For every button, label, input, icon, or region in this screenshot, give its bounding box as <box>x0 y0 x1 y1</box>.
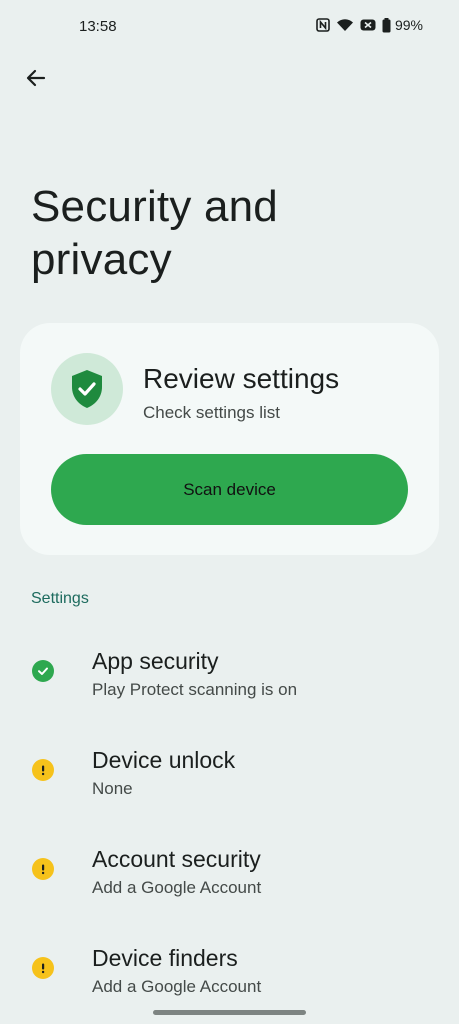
status-icons: 99% <box>316 17 423 33</box>
review-subtitle: Check settings list <box>143 403 280 422</box>
warning-circle-icon <box>32 759 54 781</box>
item-subtitle: Add a Google Account <box>92 977 262 996</box>
settings-item-account-security[interactable]: Account security Add a Google Account <box>0 838 459 928</box>
page-title: Security and privacy <box>31 182 278 284</box>
item-title: Account security <box>92 846 261 872</box>
settings-item-device-unlock[interactable]: Device unlock None <box>0 739 459 829</box>
mute-icon <box>360 18 376 32</box>
shield-badge <box>51 353 123 425</box>
settings-section-label: Settings <box>31 590 89 607</box>
arrow-back-icon <box>26 69 46 87</box>
shield-check-icon <box>72 370 102 408</box>
battery-icon <box>382 17 391 33</box>
battery-percent: 99% <box>394 17 423 33</box>
status-bar: 13:58 99% <box>0 0 459 52</box>
security-privacy-screen: 13:58 99% Security and privacy Review se… <box>0 0 459 1024</box>
check-circle-icon <box>32 660 54 682</box>
home-gesture-bar[interactable] <box>153 1010 306 1015</box>
item-title: Device unlock <box>92 747 236 773</box>
review-title: Review settings <box>143 363 340 394</box>
item-title: Device finders <box>92 945 238 971</box>
item-subtitle: Add a Google Account <box>92 878 262 897</box>
warning-circle-icon <box>32 858 54 880</box>
settings-item-app-security[interactable]: App security Play Protect scanning is on <box>0 640 459 730</box>
wifi-icon <box>336 18 354 32</box>
item-subtitle: Play Protect scanning is on <box>92 680 298 699</box>
item-title: App security <box>92 648 219 674</box>
back-button[interactable] <box>18 60 54 96</box>
review-settings-card: Review settings Check settings list Scan… <box>20 323 439 555</box>
item-subtitle: None <box>92 779 133 798</box>
warning-circle-icon <box>32 957 54 979</box>
status-time: 13:58 <box>79 18 117 35</box>
scan-device-button[interactable]: Scan device <box>51 454 408 525</box>
nfc-icon <box>316 18 330 32</box>
